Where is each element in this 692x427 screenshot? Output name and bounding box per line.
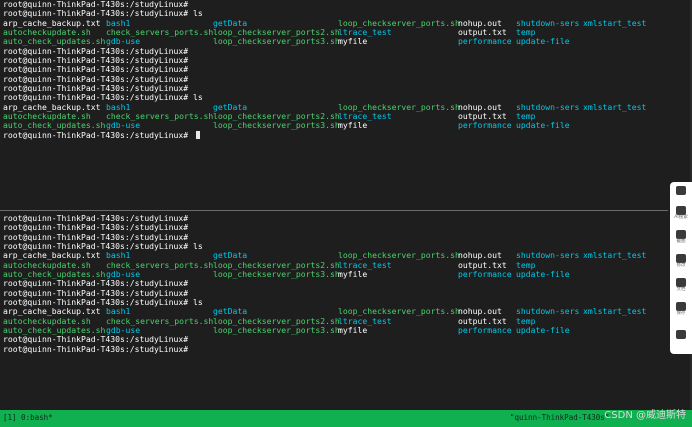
prompt-text: root@quinn-ThinkPad-T430s:/studyLinux# l… — [3, 8, 203, 19]
file-entry: myfile — [338, 269, 368, 280]
toolbar-label: 修改 — [676, 263, 686, 268]
file-entry: performance — [458, 36, 512, 47]
toolbar-button[interactable] — [670, 186, 692, 195]
file-entry: performance — [458, 325, 512, 336]
watermark: CSDN @威迪斯特 — [604, 410, 686, 421]
text-icon — [676, 278, 686, 287]
status-window-list[interactable]: [1] 0:bash* — [3, 413, 53, 422]
file-entry: update-file — [516, 36, 570, 47]
toolbar-label: 截图 — [676, 239, 686, 244]
side-toolbar: AI搜索截图修改文档保存 — [670, 182, 692, 354]
ai-search-icon — [676, 206, 686, 215]
file-entry: loop_checkserver_ports3.sh — [213, 120, 340, 131]
file-entry: myfile — [338, 36, 368, 47]
file-entry: performance — [458, 269, 512, 280]
file-entry: loop_checkserver_ports3.sh — [213, 36, 340, 47]
status-hostname: "quinn-ThinkPad-T430s" — [510, 413, 610, 422]
toolbar-label: AI搜索 — [674, 215, 688, 220]
file-entry: performance — [458, 120, 512, 131]
chevron-icon — [676, 330, 686, 339]
toolbar-label: 文档 — [676, 287, 686, 292]
prompt-line: root@quinn-ThinkPad-T430s:/studyLinux# — [0, 129, 668, 140]
file-entry: myfile — [338, 120, 368, 131]
file-entry: loop_checkserver_ports3.sh — [213, 269, 340, 280]
pane-divider[interactable] — [0, 210, 668, 211]
file-entry: loop_checkserver_ports3.sh — [213, 325, 340, 336]
file-entry: xmlstart_test — [583, 306, 647, 317]
toolbar-button[interactable]: 保存 — [670, 302, 692, 317]
file-entry: update-file — [516, 269, 570, 280]
terminal-pane-bottom[interactable]: root@quinn-ThinkPad-T430s:/studyLinux# r… — [0, 214, 668, 410]
toolbar-button[interactable]: 修改 — [670, 254, 692, 269]
text-cursor — [196, 130, 201, 139]
file-entry: xmlstart_test — [583, 17, 647, 28]
doc-icon — [676, 254, 686, 263]
toolbar-button[interactable]: 截图 — [670, 230, 692, 245]
file-entry: myfile — [338, 325, 368, 336]
file-entry: update-file — [516, 120, 570, 131]
toolbar-button[interactable]: AI搜索 — [670, 206, 692, 221]
prompt-text: root@quinn-ThinkPad-T430s:/studyLinux# l… — [3, 92, 203, 103]
translate-icon — [676, 230, 686, 239]
toolbar-button[interactable] — [670, 330, 692, 339]
toolbar-button[interactable]: 文档 — [670, 278, 692, 293]
file-entry: xmlstart_test — [583, 250, 647, 261]
terminal-pane-top[interactable]: root@quinn-ThinkPad-T430s:/studyLinux# r… — [0, 0, 668, 205]
save-icon — [676, 302, 686, 311]
tmux-status-bar: [1] 0:bash* "quinn-ThinkPad-T430s" — [0, 410, 692, 427]
shield-icon — [676, 186, 686, 195]
prompt-text: root@quinn-ThinkPad-T430s:/studyLinux# — [3, 129, 194, 140]
prompt-text: root@quinn-ThinkPad-T430s:/studyLinux# — [3, 343, 194, 354]
file-entry: xmlstart_test — [583, 101, 647, 112]
toolbar-label: 保存 — [676, 311, 686, 316]
prompt-line: root@quinn-ThinkPad-T430s:/studyLinux# — [0, 343, 668, 354]
file-entry: update-file — [516, 325, 570, 336]
